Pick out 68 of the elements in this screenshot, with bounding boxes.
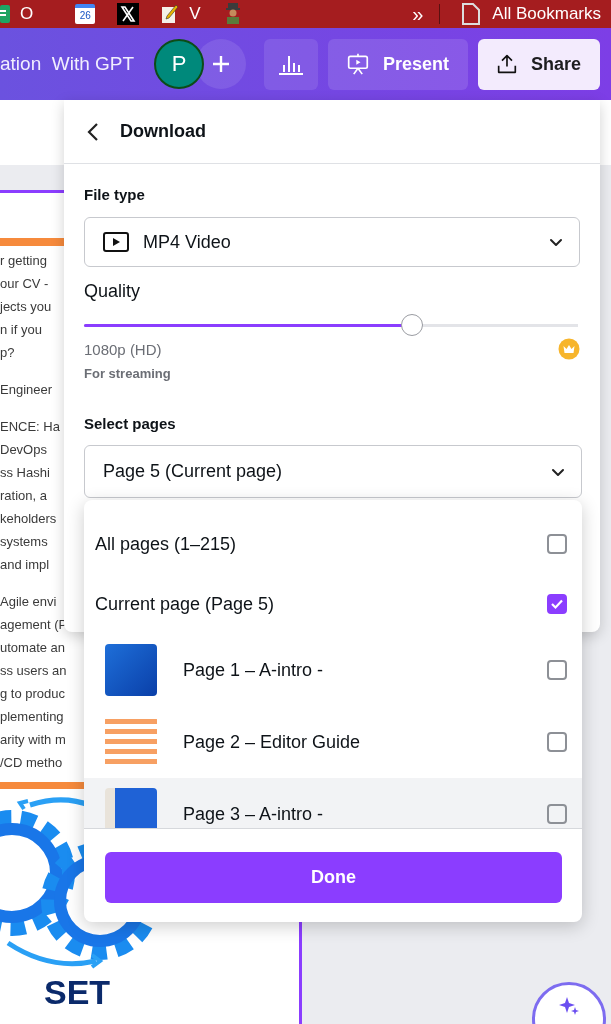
- share-button[interactable]: Share: [478, 38, 600, 90]
- upload-icon: [497, 52, 517, 76]
- checkbox[interactable]: [547, 660, 567, 680]
- document-text-line: Engineer: [0, 381, 53, 399]
- document-text-line: keholders: [0, 510, 57, 528]
- presentation-screen-icon: [347, 51, 369, 77]
- done-button[interactable]: Done: [105, 852, 562, 903]
- field-label: File type: [84, 186, 145, 203]
- document-text-line: our CV -: [0, 275, 49, 293]
- document-title: ation With GPT: [0, 53, 135, 75]
- calendar-bookmark[interactable]: 26: [75, 4, 96, 24]
- checkmark-icon: [550, 597, 564, 611]
- crown-icon: [558, 338, 580, 360]
- document-text-line: plementing: [0, 708, 64, 726]
- page-option[interactable]: Page 2 – Editor Guide: [84, 706, 582, 778]
- insights-button[interactable]: [264, 38, 318, 90]
- user-avatar[interactable]: P: [154, 39, 204, 89]
- document-text-line: jects you: [0, 298, 52, 316]
- back-button[interactable]: [86, 121, 100, 142]
- file-type-select[interactable]: MP4 Video: [84, 217, 580, 267]
- page-heading: SET: [44, 973, 111, 1011]
- field-label: Select pages: [84, 415, 176, 432]
- folder-icon: [462, 3, 481, 25]
- overflow-chevrons[interactable]: »: [412, 2, 424, 26]
- document-text-line: and impl: [0, 556, 50, 574]
- document-text-line: Agile envi: [0, 593, 57, 611]
- checkbox[interactable]: [547, 534, 567, 554]
- document-text-line: /CD metho: [0, 754, 63, 772]
- spreadsheet-icon: [0, 4, 10, 24]
- page-option[interactable]: Current page (Page 5): [84, 574, 582, 634]
- document-text-line: ENCE: Ha: [0, 418, 60, 436]
- document-text-line: ss users an: [0, 662, 67, 680]
- pages-select[interactable]: Page 5 (Current page): [84, 445, 582, 498]
- document-text-line: n if you: [0, 321, 42, 339]
- plus-icon: [211, 54, 231, 74]
- document-text-line: p?: [0, 344, 15, 362]
- quality-slider-thumb[interactable]: [401, 314, 423, 336]
- document-text-line: utomate an: [0, 639, 66, 657]
- document-text-line: ss Hashi: [0, 464, 50, 482]
- page-option[interactable]: Page 1 – A-intro -: [84, 634, 582, 706]
- bar-chart-icon: [278, 53, 304, 75]
- document-text-line: DevOps: [0, 441, 47, 459]
- field-label: Quality: [84, 281, 141, 302]
- quality-note: For streaming: [84, 366, 171, 381]
- x-logo-icon: [117, 3, 140, 25]
- video-icon: [103, 232, 129, 252]
- checkbox[interactable]: [547, 732, 567, 752]
- bookmark-link[interactable]: O: [0, 4, 34, 24]
- all-bookmarks-link[interactable]: All Bookmarks: [462, 3, 601, 25]
- panel-title: Download: [120, 121, 206, 142]
- document-text-line: ration, a: [0, 487, 47, 505]
- notepad-pencil-icon: [161, 4, 180, 24]
- checkbox[interactable]: [547, 594, 567, 614]
- page-option[interactable]: Page 3 – A-intro -: [84, 778, 582, 828]
- checkbox[interactable]: [547, 804, 567, 824]
- quality-value: 1080p (HD): [84, 340, 162, 358]
- page-thumbnail: [105, 644, 157, 696]
- present-button[interactable]: Present: [328, 38, 468, 90]
- bookmark-link[interactable]: V: [161, 4, 201, 24]
- document-text-line: g to produc: [0, 685, 66, 703]
- page-thumbnail: [105, 788, 157, 828]
- document-text-line: arity with m: [0, 731, 66, 749]
- sparkle-icon: [558, 995, 580, 1017]
- bookmark-link[interactable]: [117, 3, 140, 25]
- back-chevron-icon: [86, 121, 100, 142]
- page-option[interactable]: All pages (1–215): [84, 514, 582, 574]
- document-text-line: systems: [0, 533, 48, 551]
- document-text-line: r getting: [0, 252, 47, 270]
